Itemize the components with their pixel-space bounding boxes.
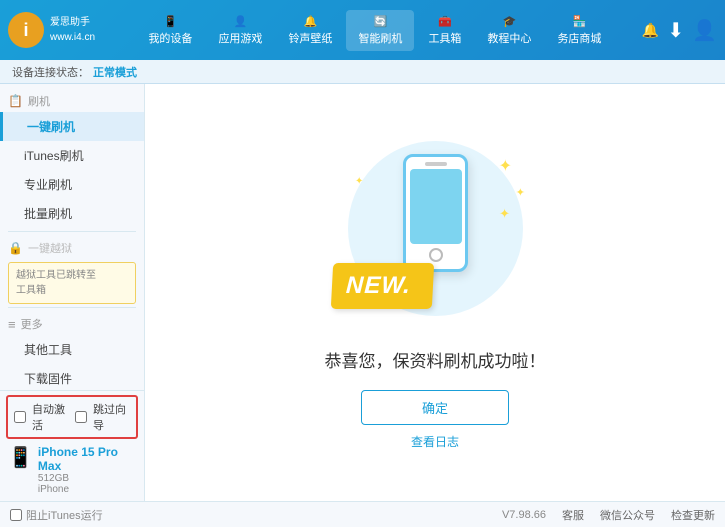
version-text: V7.98.66 [502,509,546,521]
phone-camera-area [425,162,447,166]
sidebar-item-pro-flash[interactable]: 专业刷机 [0,170,144,199]
sidebar-scroll: 📋 刷机 一键刷机 iTunes刷机 专业刷机 批量刷机 [0,84,144,390]
nav-tools[interactable]: 🧰 工具箱 [416,10,473,51]
lock-icon: 🔒 [8,241,23,255]
content-area: ✦ ✦ ✦ ✦ NEW. 恭喜您，保资料刷机成功啦！ 确定 查看日志 [145,84,725,501]
user-button[interactable]: 👤 [692,18,717,43]
device-info-row: 📱 iPhone 15 Pro Max 512GB iPhone [6,443,138,497]
device-type: iPhone [38,484,136,495]
nav-apps[interactable]: 👤 应用游戏 [206,10,274,51]
logo: i 爱思助手 www.i4.cn [8,12,98,48]
phone-home-button [429,248,443,262]
sidebar-more-header: ≡ 更多 [0,311,144,335]
tutorials-icon: 🎓 [503,15,517,28]
nav-ringtones[interactable]: 🔔 铃声壁纸 [276,10,344,51]
check-update-link[interactable]: 检查更新 [671,507,715,523]
footer-right: V7.98.66 客服 微信公众号 检查更新 [502,507,715,523]
nav-smart-flash[interactable]: 🔄 智能刷机 [346,10,414,51]
sidebar-section-flash: 📋 刷机 一键刷机 iTunes刷机 专业刷机 批量刷机 [0,88,144,228]
main-wrapper: 📋 刷机 一键刷机 iTunes刷机 专业刷机 批量刷机 [0,84,725,527]
sidebar-divider-1 [8,231,136,232]
tools-icon: 🧰 [438,15,452,28]
guide-setup-checkbox[interactable] [75,411,87,423]
more-icon: ≡ [8,317,16,332]
nav-my-device[interactable]: 📱 我的设备 [136,10,204,51]
flash-section-label: 刷机 [28,93,50,109]
itunes-label: 阻止iTunes运行 [26,507,103,523]
itunes-checkbox-row: 阻止iTunes运行 [10,507,103,523]
more-label: 更多 [21,316,43,332]
sidebar-jailbreak-header: 🔒 一键越狱 [0,235,144,259]
phone-screen [410,169,462,244]
apps-icon: 👤 [234,15,248,28]
header: i 爱思助手 www.i4.cn 📱 我的设备 👤 应用游戏 🔔 铃声壁纸 🔄 … [0,0,725,60]
status-prefix: 设备连接状态： [12,64,89,80]
customer-service-link[interactable]: 客服 [562,507,584,523]
logo-text: 爱思助手 www.i4.cn [50,15,95,45]
auto-activate-label: 自动激活 [32,401,69,433]
auto-activate-checkbox[interactable] [14,411,26,423]
sidebar-bottom: 自动激活 跳过向导 📱 iPhone 15 Pro Max 512GB iPho… [0,390,144,501]
window-minimize-icon[interactable]: 🔔 [642,22,659,39]
ringtones-icon: 🔔 [304,15,318,28]
sidebar-item-one-key-flash[interactable]: 一键刷机 [0,112,144,141]
status-bar: 设备连接状态： 正常模式 [0,60,725,84]
nav-tutorials[interactable]: 🎓 教程中心 [475,10,543,51]
sparkle-mid-right-icon: ✦ [516,186,525,199]
sidebar: 📋 刷机 一键刷机 iTunes刷机 专业刷机 批量刷机 [0,84,145,501]
sidebar-item-itunes-flash[interactable]: iTunes刷机 [0,141,144,170]
sidebar-section-jailbreak: 🔒 一键越狱 越狱工具已跳转至工具箱 [0,235,144,304]
store-icon: 🏪 [573,15,587,28]
sparkle-top-right-icon: ✦ [499,156,512,176]
sidebar-item-other-tools[interactable]: 其他工具 [0,335,144,364]
nav-bar: 📱 我的设备 👤 应用游戏 🔔 铃声壁纸 🔄 智能刷机 🧰 工具箱 🎓 教程中心… [116,10,634,51]
guide-setup-label: 跳过向导 [93,401,130,433]
device-details: iPhone 15 Pro Max 512GB iPhone [38,445,136,495]
flash-section-icon: 📋 [8,94,23,108]
new-ribbon: NEW. [331,263,434,309]
phone-body [403,154,468,272]
jailbreak-label: 一键越狱 [28,240,72,256]
bottom-footer: 阻止iTunes运行 V7.98.66 客服 微信公众号 检查更新 [0,501,725,527]
wechat-link[interactable]: 微信公众号 [600,507,655,523]
status-mode: 正常模式 [93,64,137,80]
log-link[interactable]: 查看日志 [411,433,459,450]
auto-activate-row: 自动激活 跳过向导 [6,395,138,439]
nav-store[interactable]: 🏪 务店商城 [545,10,613,51]
content-row: 📋 刷机 一键刷机 iTunes刷机 专业刷机 批量刷机 [0,84,725,501]
sidebar-item-batch-flash[interactable]: 批量刷机 [0,199,144,228]
device-name: iPhone 15 Pro Max [38,445,136,473]
illustration: ✦ ✦ ✦ ✦ NEW. [330,136,540,331]
new-badge-text: NEW. [345,272,411,299]
confirm-button[interactable]: 确定 [361,390,509,425]
jailbreak-warning-box: 越狱工具已跳转至工具箱 [8,262,136,304]
sidebar-section-flash-header: 📋 刷机 [0,88,144,112]
sidebar-section-more: ≡ 更多 其他工具 下载固件 高级功能 [0,311,144,390]
iphone-device-icon: 📱 [8,445,33,470]
sidebar-divider-2 [8,307,136,308]
device-icon: 📱 [164,15,178,28]
header-actions: 🔔 ⬇ 👤 [642,18,717,43]
device-storage: 512GB [38,473,136,484]
download-button[interactable]: ⬇ [667,18,684,43]
logo-icon: i [8,12,44,48]
sparkle-low-right-icon: ✦ [499,206,510,222]
success-message: 恭喜您，保资料刷机成功啦！ [325,347,546,372]
sparkle-left-icon: ✦ [355,176,363,187]
smart-flash-icon: 🔄 [374,15,388,28]
sidebar-item-download-firmware[interactable]: 下载固件 [0,364,144,390]
itunes-checkbox[interactable] [10,509,22,521]
